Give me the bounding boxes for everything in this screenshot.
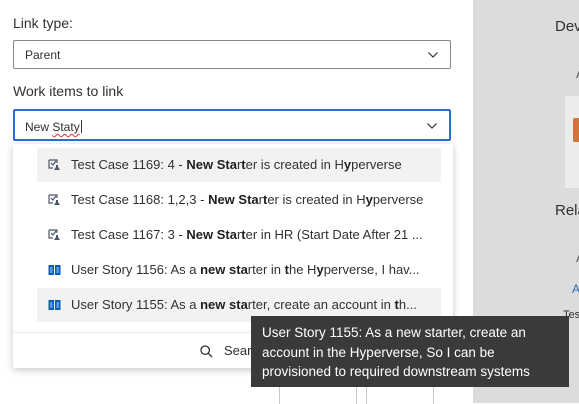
work-items-label: Work items to link bbox=[13, 83, 124, 99]
dropdown-item-label: Test Case 1169: 4 - New Starter is creat… bbox=[71, 157, 402, 172]
link-type-value: Parent bbox=[25, 48, 61, 62]
cancel-button[interactable] bbox=[366, 384, 434, 404]
development-card bbox=[565, 96, 579, 188]
dropdown-item-test-case-1169[interactable]: Test Case 1169: 4 - New Starter is creat… bbox=[37, 148, 441, 182]
misspelled-word: Staty bbox=[52, 120, 80, 134]
related-link: A bbox=[572, 282, 579, 296]
ok-button[interactable] bbox=[279, 384, 357, 404]
development-section-heading: Dev bbox=[555, 18, 579, 35]
dropdown-item-label: User Story 1155: As a new starter, creat… bbox=[71, 297, 417, 312]
link-type-select[interactable]: Parent bbox=[13, 40, 451, 69]
link-type-label: Link type: bbox=[13, 15, 73, 31]
repo-icon bbox=[573, 118, 579, 142]
dropdown-item-label: Test Case 1168: 1,2,3 - New Starter is c… bbox=[71, 192, 424, 207]
dropdown-item-test-case-1168[interactable]: Test Case 1168: 1,2,3 - New Starter is c… bbox=[37, 183, 441, 217]
dropdown-item-label: Test Case 1167: 3 - New Starter in HR (S… bbox=[71, 227, 423, 242]
chevron-down-icon[interactable] bbox=[427, 121, 437, 131]
test-case-icon bbox=[48, 159, 61, 171]
work-items-search-text: New Staty bbox=[25, 120, 82, 134]
search-more-label: Sear bbox=[224, 343, 252, 358]
work-items-search-input[interactable]: New Staty bbox=[13, 109, 451, 141]
test-case-icon bbox=[48, 194, 61, 206]
dropdown-item-user-story-1156[interactable]: User Story 1156: As a new starter in the… bbox=[37, 253, 441, 287]
dropdown-item-label: User Story 1156: As a new starter in the… bbox=[71, 262, 420, 277]
dropdown-item-test-case-1167[interactable]: Test Case 1167: 3 - New Starter in HR (S… bbox=[37, 218, 441, 252]
user-story-icon bbox=[48, 264, 61, 276]
user-story-icon bbox=[48, 299, 61, 311]
test-case-icon bbox=[48, 229, 61, 241]
search-icon bbox=[200, 345, 213, 358]
work-item-tooltip: User Story 1155: As a new starter, creat… bbox=[251, 316, 569, 387]
related-work-heading: Rela bbox=[555, 202, 579, 219]
chevron-down-icon bbox=[428, 50, 438, 60]
text-caret bbox=[80, 120, 82, 133]
